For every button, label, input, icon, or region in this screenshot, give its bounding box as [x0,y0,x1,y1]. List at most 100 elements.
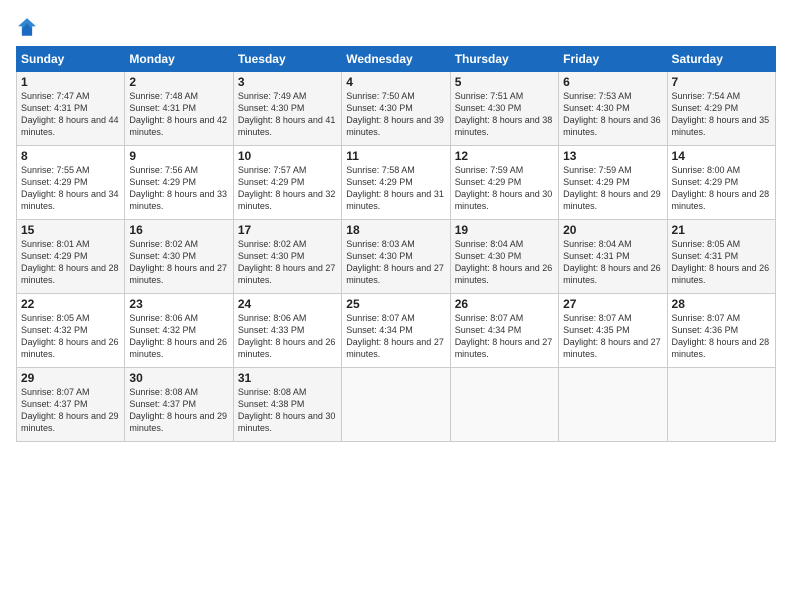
logo [16,16,42,38]
calendar-cell: 7 Sunrise: 7:54 AMSunset: 4:29 PMDayligh… [667,72,775,146]
day-info: Sunrise: 7:54 AMSunset: 4:29 PMDaylight:… [672,91,770,137]
day-number: 13 [563,149,662,163]
day-info: Sunrise: 7:58 AMSunset: 4:29 PMDaylight:… [346,165,444,211]
calendar-cell: 16 Sunrise: 8:02 AMSunset: 4:30 PMDaylig… [125,220,233,294]
day-info: Sunrise: 7:53 AMSunset: 4:30 PMDaylight:… [563,91,661,137]
day-number: 20 [563,223,662,237]
day-info: Sunrise: 7:56 AMSunset: 4:29 PMDaylight:… [129,165,227,211]
day-number: 3 [238,75,337,89]
calendar-cell: 14 Sunrise: 8:00 AMSunset: 4:29 PMDaylig… [667,146,775,220]
day-number: 8 [21,149,120,163]
day-number: 29 [21,371,120,385]
calendar-cell: 28 Sunrise: 8:07 AMSunset: 4:36 PMDaylig… [667,294,775,368]
calendar-cell: 17 Sunrise: 8:02 AMSunset: 4:30 PMDaylig… [233,220,341,294]
calendar-cell: 18 Sunrise: 8:03 AMSunset: 4:30 PMDaylig… [342,220,450,294]
calendar-cell: 15 Sunrise: 8:01 AMSunset: 4:29 PMDaylig… [17,220,125,294]
calendar-cell: 2 Sunrise: 7:48 AMSunset: 4:31 PMDayligh… [125,72,233,146]
calendar-cell: 4 Sunrise: 7:50 AMSunset: 4:30 PMDayligh… [342,72,450,146]
calendar-table: SundayMondayTuesdayWednesdayThursdayFrid… [16,46,776,442]
calendar-cell [342,368,450,442]
day-info: Sunrise: 8:05 AMSunset: 4:31 PMDaylight:… [672,239,770,285]
col-header-saturday: Saturday [667,47,775,72]
calendar-cell: 20 Sunrise: 8:04 AMSunset: 4:31 PMDaylig… [559,220,667,294]
calendar-cell [450,368,558,442]
day-info: Sunrise: 7:55 AMSunset: 4:29 PMDaylight:… [21,165,119,211]
day-info: Sunrise: 8:07 AMSunset: 4:35 PMDaylight:… [563,313,661,359]
day-info: Sunrise: 7:59 AMSunset: 4:29 PMDaylight:… [455,165,553,211]
day-info: Sunrise: 8:07 AMSunset: 4:36 PMDaylight:… [672,313,770,359]
col-header-tuesday: Tuesday [233,47,341,72]
day-info: Sunrise: 7:59 AMSunset: 4:29 PMDaylight:… [563,165,661,211]
calendar-cell: 23 Sunrise: 8:06 AMSunset: 4:32 PMDaylig… [125,294,233,368]
calendar-cell: 19 Sunrise: 8:04 AMSunset: 4:30 PMDaylig… [450,220,558,294]
day-info: Sunrise: 7:50 AMSunset: 4:30 PMDaylight:… [346,91,444,137]
day-number: 11 [346,149,445,163]
calendar-cell: 25 Sunrise: 8:07 AMSunset: 4:34 PMDaylig… [342,294,450,368]
calendar-row: 8 Sunrise: 7:55 AMSunset: 4:29 PMDayligh… [17,146,776,220]
page: SundayMondayTuesdayWednesdayThursdayFrid… [0,0,792,612]
day-info: Sunrise: 8:06 AMSunset: 4:33 PMDaylight:… [238,313,336,359]
day-number: 10 [238,149,337,163]
day-info: Sunrise: 7:57 AMSunset: 4:29 PMDaylight:… [238,165,336,211]
day-info: Sunrise: 7:48 AMSunset: 4:31 PMDaylight:… [129,91,227,137]
day-number: 21 [672,223,771,237]
day-info: Sunrise: 8:03 AMSunset: 4:30 PMDaylight:… [346,239,444,285]
day-number: 26 [455,297,554,311]
day-info: Sunrise: 8:00 AMSunset: 4:29 PMDaylight:… [672,165,770,211]
col-header-wednesday: Wednesday [342,47,450,72]
calendar-cell: 3 Sunrise: 7:49 AMSunset: 4:30 PMDayligh… [233,72,341,146]
calendar-cell: 21 Sunrise: 8:05 AMSunset: 4:31 PMDaylig… [667,220,775,294]
calendar-cell: 12 Sunrise: 7:59 AMSunset: 4:29 PMDaylig… [450,146,558,220]
calendar-cell: 5 Sunrise: 7:51 AMSunset: 4:30 PMDayligh… [450,72,558,146]
calendar-cell: 6 Sunrise: 7:53 AMSunset: 4:30 PMDayligh… [559,72,667,146]
day-number: 19 [455,223,554,237]
day-number: 31 [238,371,337,385]
calendar-cell: 11 Sunrise: 7:58 AMSunset: 4:29 PMDaylig… [342,146,450,220]
calendar-cell: 9 Sunrise: 7:56 AMSunset: 4:29 PMDayligh… [125,146,233,220]
day-number: 15 [21,223,120,237]
day-number: 14 [672,149,771,163]
day-number: 2 [129,75,228,89]
day-number: 23 [129,297,228,311]
calendar-row: 1 Sunrise: 7:47 AMSunset: 4:31 PMDayligh… [17,72,776,146]
calendar-cell [667,368,775,442]
calendar-cell: 26 Sunrise: 8:07 AMSunset: 4:34 PMDaylig… [450,294,558,368]
calendar-cell: 27 Sunrise: 8:07 AMSunset: 4:35 PMDaylig… [559,294,667,368]
calendar-cell: 8 Sunrise: 7:55 AMSunset: 4:29 PMDayligh… [17,146,125,220]
day-number: 1 [21,75,120,89]
col-header-thursday: Thursday [450,47,558,72]
day-number: 24 [238,297,337,311]
day-number: 16 [129,223,228,237]
day-number: 27 [563,297,662,311]
day-info: Sunrise: 8:08 AMSunset: 4:38 PMDaylight:… [238,387,336,433]
calendar-row: 29 Sunrise: 8:07 AMSunset: 4:37 PMDaylig… [17,368,776,442]
day-info: Sunrise: 8:01 AMSunset: 4:29 PMDaylight:… [21,239,119,285]
day-info: Sunrise: 8:07 AMSunset: 4:34 PMDaylight:… [455,313,553,359]
day-info: Sunrise: 8:04 AMSunset: 4:31 PMDaylight:… [563,239,661,285]
day-info: Sunrise: 7:51 AMSunset: 4:30 PMDaylight:… [455,91,553,137]
calendar-cell: 10 Sunrise: 7:57 AMSunset: 4:29 PMDaylig… [233,146,341,220]
calendar-cell: 30 Sunrise: 8:08 AMSunset: 4:37 PMDaylig… [125,368,233,442]
col-header-friday: Friday [559,47,667,72]
day-number: 9 [129,149,228,163]
day-info: Sunrise: 7:47 AMSunset: 4:31 PMDaylight:… [21,91,119,137]
calendar-cell: 29 Sunrise: 8:07 AMSunset: 4:37 PMDaylig… [17,368,125,442]
day-number: 4 [346,75,445,89]
col-header-sunday: Sunday [17,47,125,72]
day-info: Sunrise: 8:06 AMSunset: 4:32 PMDaylight:… [129,313,227,359]
calendar-row: 15 Sunrise: 8:01 AMSunset: 4:29 PMDaylig… [17,220,776,294]
calendar-cell: 31 Sunrise: 8:08 AMSunset: 4:38 PMDaylig… [233,368,341,442]
calendar-cell [559,368,667,442]
day-number: 18 [346,223,445,237]
day-info: Sunrise: 8:05 AMSunset: 4:32 PMDaylight:… [21,313,119,359]
day-info: Sunrise: 8:08 AMSunset: 4:37 PMDaylight:… [129,387,227,433]
day-info: Sunrise: 8:07 AMSunset: 4:34 PMDaylight:… [346,313,444,359]
day-info: Sunrise: 8:02 AMSunset: 4:30 PMDaylight:… [129,239,227,285]
day-number: 28 [672,297,771,311]
calendar-cell: 13 Sunrise: 7:59 AMSunset: 4:29 PMDaylig… [559,146,667,220]
day-number: 25 [346,297,445,311]
logo-icon [16,16,38,38]
day-number: 7 [672,75,771,89]
calendar-cell: 1 Sunrise: 7:47 AMSunset: 4:31 PMDayligh… [17,72,125,146]
day-number: 6 [563,75,662,89]
